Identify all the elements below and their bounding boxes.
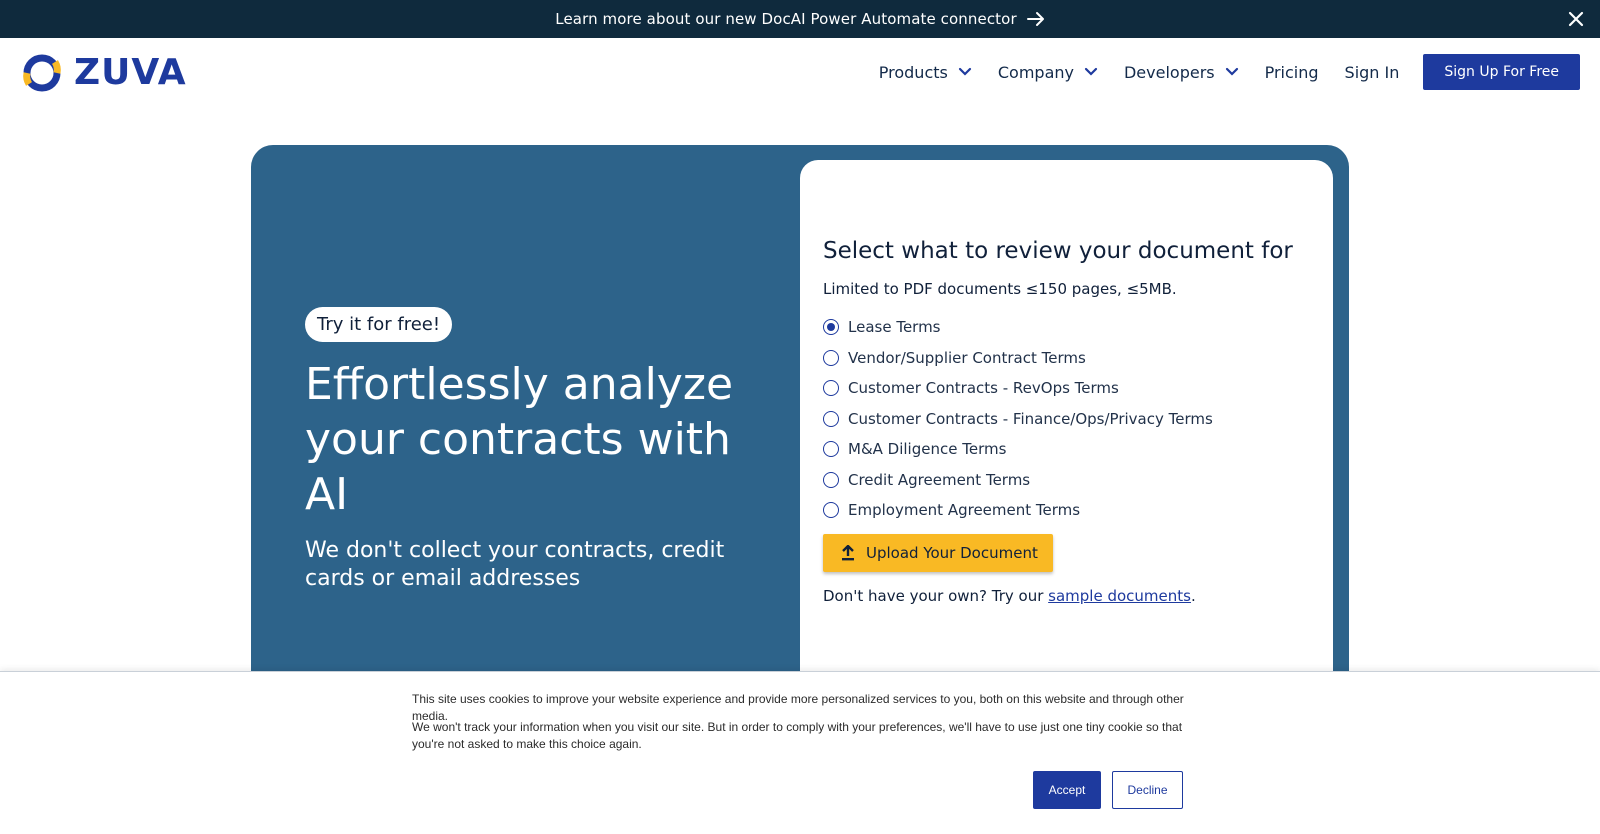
- sign-up-button[interactable]: Sign Up For Free: [1423, 54, 1580, 90]
- logo-text: ZUVA: [74, 52, 187, 93]
- nav-company-label: Company: [997, 62, 1074, 82]
- option-credit-agreement[interactable]: Credit Agreement Terms: [823, 465, 1213, 496]
- option-label: Vendor/Supplier Contract Terms: [848, 348, 1086, 367]
- upload-label: Upload Your Document: [866, 544, 1038, 562]
- sample-documents-link[interactable]: sample documents: [1048, 587, 1191, 605]
- chevron-down-icon: [1225, 67, 1239, 77]
- decline-button[interactable]: Decline: [1112, 771, 1183, 809]
- nav-developers[interactable]: Developers: [1124, 63, 1239, 82]
- option-lease-terms[interactable]: Lease Terms: [823, 312, 1213, 343]
- hero-section: Try it for free! Effortlessly analyze yo…: [251, 145, 1349, 720]
- hero-headline: Effortlessly analyze your contracts with…: [305, 359, 734, 520]
- nav-company[interactable]: Company: [998, 63, 1098, 82]
- option-label: Lease Terms: [848, 318, 941, 337]
- upload-limit-text: Limited to PDF documents ≤150 pages, ≤5M…: [823, 280, 1177, 298]
- accept-button[interactable]: Accept: [1033, 771, 1101, 809]
- nav-developers-label: Developers: [1123, 62, 1215, 82]
- sample-documents-text: Don't have your own? Try our sample docu…: [823, 587, 1196, 605]
- option-vendor-supplier[interactable]: Vendor/Supplier Contract Terms: [823, 343, 1213, 374]
- chevron-down-icon: [958, 67, 972, 77]
- sample-prefix: Don't have your own? Try our: [823, 587, 1049, 605]
- option-customer-revops[interactable]: Customer Contracts - RevOps Terms: [823, 373, 1213, 404]
- cookie-consent-banner: This site uses cookies to improve your w…: [0, 671, 1600, 834]
- radio-icon[interactable]: [823, 502, 839, 519]
- option-customer-finance[interactable]: Customer Contracts - Finance/Ops/Privacy…: [823, 404, 1213, 435]
- radio-icon[interactable]: [823, 441, 839, 458]
- nav-products-label: Products: [878, 62, 948, 82]
- zuva-logo-icon: [23, 54, 61, 91]
- option-label: M&A Diligence Terms: [848, 440, 1007, 459]
- option-label: Credit Agreement Terms: [848, 470, 1031, 489]
- sample-suffix: .: [1190, 587, 1196, 605]
- cookie-text-2: We won't track your information when you…: [412, 720, 1183, 751]
- radio-icon[interactable]: [823, 380, 839, 397]
- main-navigation: ZUVA Products Company Developers Pricing…: [0, 38, 1600, 108]
- try-free-badge: Try it for free!: [305, 307, 453, 342]
- option-employment-agreement[interactable]: Employment Agreement Terms: [823, 495, 1213, 526]
- option-label: Customer Contracts - Finance/Ops/Privacy…: [848, 409, 1213, 428]
- announcement-banner[interactable]: Learn more about our new DocAI Power Aut…: [0, 0, 1600, 38]
- radio-icon[interactable]: [823, 349, 839, 366]
- nav-sign-in[interactable]: Sign In: [1345, 63, 1400, 82]
- option-label: Customer Contracts - RevOps Terms: [848, 379, 1119, 398]
- document-review-card: Select what to review your document for …: [800, 160, 1333, 720]
- close-icon[interactable]: [1566, 9, 1586, 29]
- review-options: Lease Terms Vendor/Supplier Contract Ter…: [823, 312, 1213, 526]
- option-ma-diligence[interactable]: M&A Diligence Terms: [823, 434, 1213, 465]
- upload-icon: [841, 545, 855, 561]
- announcement-text[interactable]: Learn more about our new DocAI Power Aut…: [555, 10, 1016, 28]
- logo[interactable]: ZUVA: [22, 52, 187, 93]
- hero-subhead: We don't collect your contracts, credit …: [305, 538, 725, 591]
- radio-icon[interactable]: [823, 471, 839, 488]
- radio-selected-icon[interactable]: [823, 319, 839, 336]
- radio-icon[interactable]: [823, 410, 839, 427]
- upload-document-button[interactable]: Upload Your Document: [823, 534, 1053, 572]
- card-title: Select what to review your document for: [823, 238, 1293, 264]
- option-label: Employment Agreement Terms: [848, 501, 1081, 520]
- arrow-right-icon[interactable]: [1026, 11, 1045, 27]
- nav-pricing[interactable]: Pricing: [1265, 63, 1319, 82]
- chevron-down-icon: [1084, 67, 1098, 77]
- nav-products[interactable]: Products: [879, 63, 972, 82]
